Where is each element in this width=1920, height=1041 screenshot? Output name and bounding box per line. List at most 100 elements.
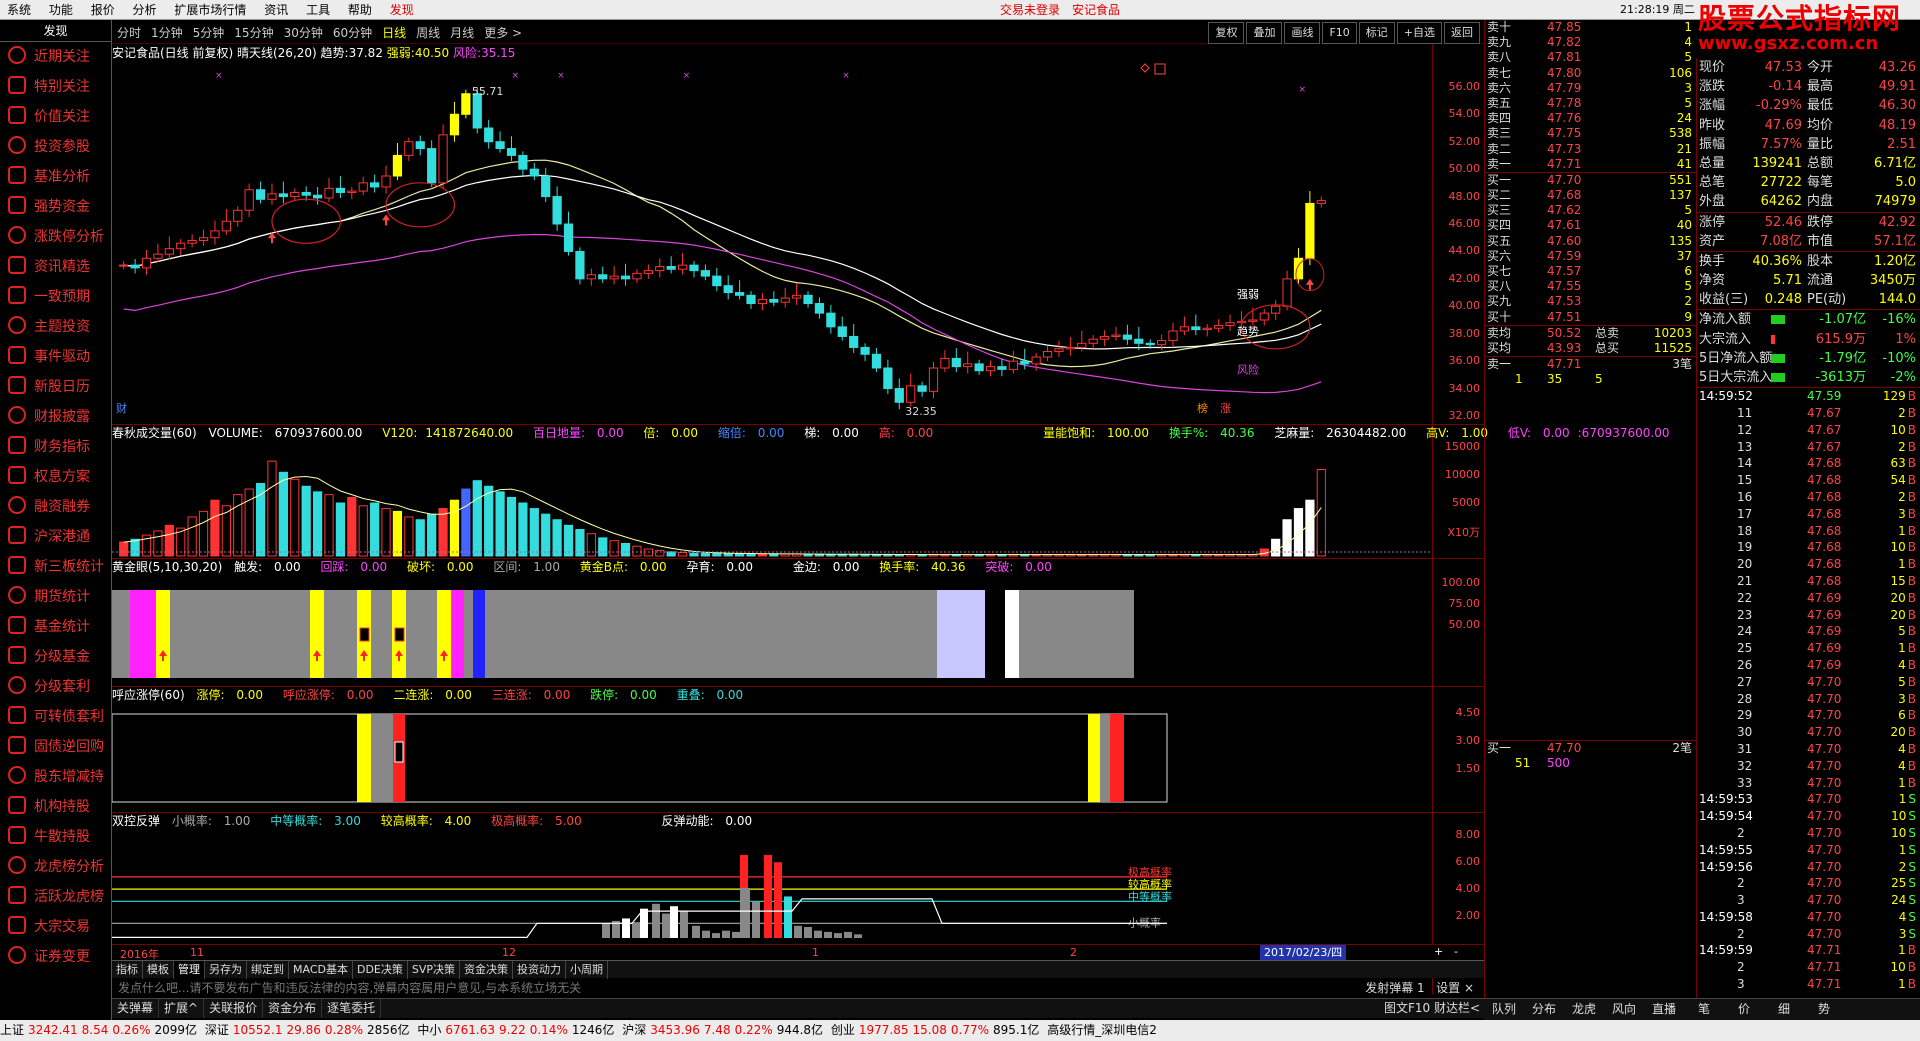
sidebar-item[interactable]: 主题投资 <box>0 312 111 342</box>
right-tab[interactable]: 分布 <box>1524 999 1564 1020</box>
indicator-tab[interactable]: DDE决策 <box>353 961 408 979</box>
sell-level-row[interactable]: 卖五 47.78 5 <box>1485 96 1696 111</box>
sell-level-row[interactable]: 卖六 47.79 3 <box>1485 81 1696 96</box>
sell-level-row[interactable]: 卖八 47.81 5 <box>1485 50 1696 65</box>
period-tab[interactable]: 更多 > <box>479 22 527 44</box>
sidebar-item[interactable]: 证券变更 <box>0 942 111 972</box>
buy-level-row[interactable]: 买五 47.60 135 <box>1485 234 1696 249</box>
sidebar-item[interactable]: 财务指标 <box>0 432 111 462</box>
sidebar-item[interactable]: 价值关注 <box>0 102 111 132</box>
danmaku-input[interactable]: 发点什么吧...请不要发布广告和违反法律的内容,弹幕内容属用户意见,与本系统立场… <box>118 981 581 995</box>
volume-chart[interactable] <box>112 440 1432 558</box>
tick-list[interactable]: 14:59:52 47.59 129 B 11 47.67 2 B 12 47.67 10 B 13 47… <box>1697 388 1920 993</box>
buy-level-row[interactable]: 买六 47.59 37 <box>1485 249 1696 264</box>
menu-tools[interactable]: 工具 <box>299 0 337 20</box>
toolbar-button[interactable]: 叠加 <box>1246 22 1283 44</box>
f10-toggle[interactable]: 图文F10 财达栏< <box>1384 999 1480 1018</box>
period-tab[interactable]: 15分钟 <box>229 22 278 44</box>
sell-level-row[interactable]: 卖七 47.80 106 <box>1485 66 1696 81</box>
sidebar-item[interactable]: 融资融券 <box>0 492 111 522</box>
idx-zx-name[interactable]: 中小 <box>417 1023 441 1037</box>
period-tab[interactable]: 周线 <box>411 22 445 44</box>
sidebar-item[interactable]: 基金统计 <box>0 612 111 642</box>
sidebar-item[interactable]: 机构持股 <box>0 792 111 822</box>
rebound-chart[interactable]: 极高概率较高概率中等概率小概率 <box>112 828 1432 948</box>
sell-level-row[interactable]: 卖二 47.73 21 <box>1485 142 1696 157</box>
menu-function[interactable]: 功能 <box>42 0 80 20</box>
bottom-tab[interactable]: 资金分布 <box>263 999 323 1018</box>
period-tab[interactable]: 60分钟 <box>328 22 377 44</box>
server-name[interactable]: 高级行情_深圳电信2 <box>1047 1023 1157 1037</box>
idx-cy-name[interactable]: 创业 <box>831 1023 855 1037</box>
indicator-tab[interactable]: 绑定到 <box>247 961 289 979</box>
toolbar-button[interactable]: 复权 <box>1208 22 1245 44</box>
indicator-tab[interactable]: 管理 <box>174 961 205 979</box>
idx-hs-name[interactable]: 沪深 <box>622 1023 646 1037</box>
sidebar-item[interactable]: 可转债套利 <box>0 702 111 732</box>
toolbar-button[interactable]: +自选 <box>1396 22 1442 44</box>
danmaku-settings-button[interactable]: 设置 × <box>1436 981 1474 995</box>
sidebar-item[interactable]: 固债逆回购 <box>0 732 111 762</box>
toolbar-button[interactable]: 标记 <box>1358 22 1395 44</box>
sidebar-item[interactable]: 事件驱动 <box>0 342 111 372</box>
indicator-tab[interactable]: 投资动力 <box>513 961 567 979</box>
period-tab[interactable]: 30分钟 <box>279 22 328 44</box>
sidebar-item[interactable]: 资讯精选 <box>0 252 111 282</box>
golden-eye-chart[interactable] <box>112 578 1432 686</box>
menu-discover[interactable]: 发现 <box>383 0 421 20</box>
sidebar-item[interactable]: 一致预期 <box>0 282 111 312</box>
bottom-tab[interactable]: 逐笔委托 <box>322 999 382 1018</box>
sidebar-item[interactable]: 龙虎榜分析 <box>0 852 111 882</box>
sidebar-item[interactable]: 财报披露 <box>0 402 111 432</box>
sidebar-item[interactable]: 新三板统计 <box>0 552 111 582</box>
indicator-tab[interactable]: SVP决策 <box>408 961 461 979</box>
right-tab[interactable]: 势 <box>1804 999 1844 1020</box>
chart-diamond-icon[interactable] <box>1140 63 1150 73</box>
buy-level-row[interactable]: 买四 47.61 40 <box>1485 218 1696 233</box>
menu-quote[interactable]: 报价 <box>84 0 122 20</box>
sell-level-row[interactable]: 卖三 47.75 538 <box>1485 126 1696 141</box>
toolbar-button[interactable]: 画线 <box>1284 22 1321 44</box>
period-tab[interactable]: 日线 <box>377 22 411 44</box>
menu-news[interactable]: 资讯 <box>257 0 295 20</box>
buy-level-row[interactable]: 买一 47.70 551 <box>1485 173 1696 188</box>
menu-system[interactable]: 系统 <box>0 0 38 20</box>
sidebar-item[interactable]: 活跃龙虎榜 <box>0 882 111 912</box>
menu-help[interactable]: 帮助 <box>341 0 379 20</box>
danmaku-send-button[interactable]: 发射弹幕 <box>1365 981 1413 995</box>
sell-level-row[interactable]: 卖九 47.82 4 <box>1485 35 1696 50</box>
bottom-tab[interactable]: 关弹幕 <box>112 999 160 1018</box>
sell-level-row[interactable]: 卖一 47.71 41 <box>1485 157 1696 172</box>
period-tab[interactable]: 5分钟 <box>188 22 230 44</box>
menu-ext-market[interactable]: 扩展市场行情 <box>167 0 253 20</box>
idx-sh-name[interactable]: 上证 <box>0 1023 24 1037</box>
indicator-tab[interactable]: 指标 <box>112 961 143 979</box>
indicator-tab[interactable]: MACD基本 <box>289 961 353 979</box>
sidebar-item[interactable]: 沪深港通 <box>0 522 111 552</box>
sidebar-item[interactable]: 涨跌停分析 <box>0 222 111 252</box>
sidebar-item[interactable]: 近期关注 <box>0 42 111 72</box>
menu-analysis[interactable]: 分析 <box>126 0 164 20</box>
idx-sz-name[interactable]: 深证 <box>205 1023 229 1037</box>
sidebar-item[interactable]: 分级套利 <box>0 672 111 702</box>
indicator-tab[interactable]: 另存为 <box>205 961 247 979</box>
right-tab[interactable]: 价 <box>1724 999 1764 1020</box>
right-tab[interactable]: 直播 <box>1644 999 1684 1020</box>
chart-options-icon[interactable] <box>1154 63 1166 75</box>
buy-level-row[interactable]: 买二 47.68 137 <box>1485 188 1696 203</box>
sidebar-item[interactable]: 大宗交易 <box>0 912 111 942</box>
right-tab[interactable]: 风向 <box>1604 999 1644 1020</box>
indicator-tab[interactable]: 模板 <box>143 961 174 979</box>
sidebar-item[interactable]: 新股日历 <box>0 372 111 402</box>
period-tab[interactable]: 1分钟 <box>146 22 188 44</box>
right-tab[interactable]: 队列 <box>1484 999 1524 1020</box>
toolbar-button[interactable]: F10 <box>1322 22 1357 44</box>
right-tab[interactable]: 龙虎 <box>1564 999 1604 1020</box>
sidebar-item[interactable]: 股东增减持 <box>0 762 111 792</box>
zoom-minus[interactable]: - <box>1454 945 1458 958</box>
buy-level-row[interactable]: 买七 47.57 6 <box>1485 264 1696 279</box>
sidebar-item[interactable]: 权息方案 <box>0 462 111 492</box>
buy-level-row[interactable]: 买三 47.62 5 <box>1485 203 1696 218</box>
candlestick-chart[interactable]: × × × × × × 55.71 32.35 强弱趋势风险财 榜涨 <box>112 62 1432 424</box>
sidebar-item[interactable]: 牛散持股 <box>0 822 111 852</box>
